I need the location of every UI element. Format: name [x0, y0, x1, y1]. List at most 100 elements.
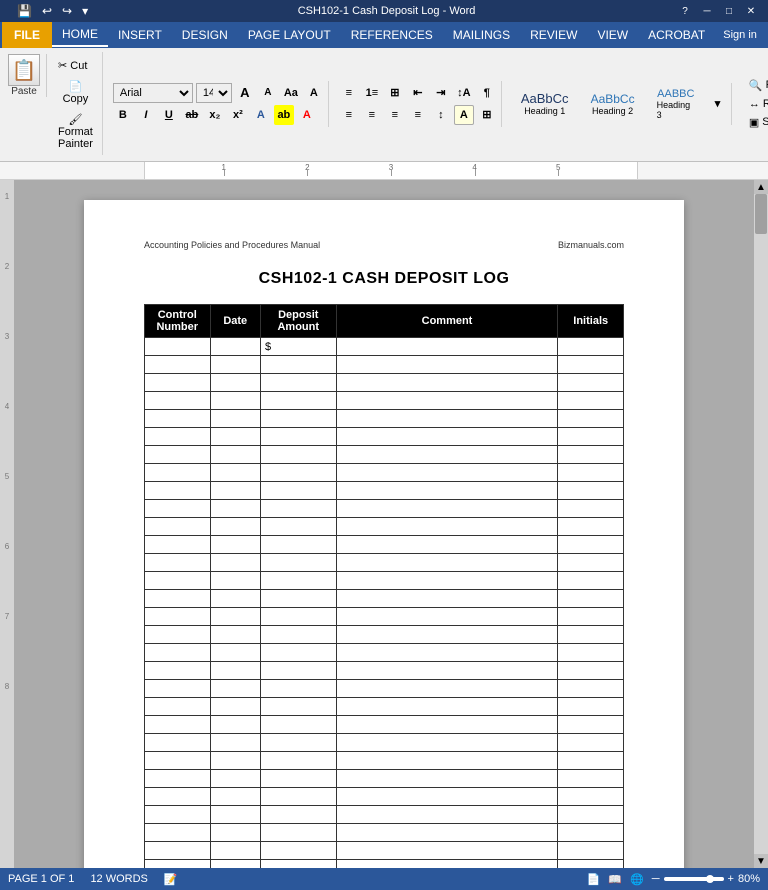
- cell-deposit[interactable]: [260, 428, 336, 446]
- cell-control[interactable]: [145, 446, 211, 464]
- cell-date[interactable]: [210, 536, 260, 554]
- close-button[interactable]: ✕: [742, 4, 760, 18]
- cell-deposit[interactable]: [260, 788, 336, 806]
- window-controls[interactable]: ? ─ □ ✕: [676, 4, 760, 18]
- cell-date[interactable]: [210, 392, 260, 410]
- cell-initials[interactable]: [558, 698, 624, 716]
- spell-check-icon[interactable]: 📝: [164, 873, 178, 886]
- view-web-button[interactable]: 🌐: [630, 873, 644, 886]
- cell-comment[interactable]: [336, 518, 558, 536]
- cell-deposit[interactable]: [260, 752, 336, 770]
- text-highlight-button[interactable]: ab: [274, 105, 294, 125]
- cell-initials[interactable]: [558, 662, 624, 680]
- cell-date[interactable]: [210, 500, 260, 518]
- view-menu[interactable]: VIEW: [587, 24, 638, 46]
- cell-initials[interactable]: [558, 842, 624, 860]
- cell-control[interactable]: [145, 428, 211, 446]
- undo-button[interactable]: ↩: [39, 3, 55, 19]
- maximize-button[interactable]: □: [720, 4, 738, 18]
- cell-date[interactable]: [210, 338, 260, 356]
- cell-date[interactable]: [210, 662, 260, 680]
- cell-date[interactable]: [210, 464, 260, 482]
- cell-date[interactable]: [210, 770, 260, 788]
- italic-button[interactable]: I: [136, 105, 156, 125]
- cell-initials[interactable]: [558, 626, 624, 644]
- cell-comment[interactable]: [336, 338, 558, 356]
- cell-deposit[interactable]: [260, 356, 336, 374]
- cell-initials[interactable]: [558, 464, 624, 482]
- acrobat-menu[interactable]: ACROBAT: [638, 24, 715, 46]
- zoom-in-button[interactable]: +: [728, 873, 734, 885]
- cell-comment[interactable]: [336, 608, 558, 626]
- quick-access-toolbar[interactable]: 💾 ↩ ↪ ▾: [8, 1, 97, 21]
- help-button[interactable]: ?: [676, 4, 694, 18]
- zoom-control[interactable]: ─ + 80%: [652, 873, 760, 885]
- view-print-button[interactable]: 📄: [587, 873, 601, 886]
- align-right-button[interactable]: ≡: [385, 105, 405, 125]
- cell-control[interactable]: [145, 842, 211, 860]
- minimize-button[interactable]: ─: [698, 4, 716, 18]
- cell-date[interactable]: [210, 518, 260, 536]
- clear-format-button[interactable]: A: [304, 83, 324, 103]
- grow-font-button[interactable]: A: [235, 83, 255, 103]
- cell-control[interactable]: [145, 590, 211, 608]
- sign-in-button[interactable]: Sign in: [715, 29, 765, 41]
- cell-comment[interactable]: [336, 752, 558, 770]
- cell-date[interactable]: [210, 680, 260, 698]
- cell-control[interactable]: [145, 824, 211, 842]
- cell-comment[interactable]: [336, 770, 558, 788]
- underline-button[interactable]: U: [159, 105, 179, 125]
- multilevel-list-button[interactable]: ⊞: [385, 83, 405, 103]
- cell-deposit[interactable]: [260, 608, 336, 626]
- cell-control[interactable]: [145, 662, 211, 680]
- cell-control[interactable]: [145, 518, 211, 536]
- cell-initials[interactable]: [558, 608, 624, 626]
- cell-control[interactable]: [145, 770, 211, 788]
- cell-control[interactable]: [145, 392, 211, 410]
- cell-initials[interactable]: [558, 824, 624, 842]
- cell-deposit[interactable]: [260, 374, 336, 392]
- cell-comment[interactable]: [336, 392, 558, 410]
- bullets-button[interactable]: ≡: [339, 83, 359, 103]
- cell-deposit[interactable]: [260, 806, 336, 824]
- cell-deposit[interactable]: [260, 410, 336, 428]
- border-button[interactable]: ⊞: [477, 105, 497, 125]
- cell-date[interactable]: [210, 824, 260, 842]
- cell-initials[interactable]: [558, 752, 624, 770]
- cell-control[interactable]: [145, 374, 211, 392]
- cell-deposit[interactable]: [260, 554, 336, 572]
- bold-button[interactable]: B: [113, 105, 133, 125]
- cell-initials[interactable]: [558, 716, 624, 734]
- cell-date[interactable]: [210, 428, 260, 446]
- cell-initials[interactable]: [558, 374, 624, 392]
- cell-initials[interactable]: [558, 734, 624, 752]
- justify-button[interactable]: ≡: [408, 105, 428, 125]
- cell-date[interactable]: [210, 374, 260, 392]
- cell-initials[interactable]: [558, 806, 624, 824]
- cell-date[interactable]: [210, 554, 260, 572]
- cell-comment[interactable]: [336, 716, 558, 734]
- cell-control[interactable]: [145, 410, 211, 428]
- cell-deposit[interactable]: $: [260, 338, 336, 356]
- cell-comment[interactable]: [336, 410, 558, 428]
- copy-button[interactable]: 📄 Copy: [53, 77, 98, 108]
- file-menu[interactable]: FILE: [2, 22, 52, 48]
- cell-deposit[interactable]: [260, 770, 336, 788]
- cell-deposit[interactable]: [260, 590, 336, 608]
- cell-comment[interactable]: [336, 572, 558, 590]
- cell-deposit[interactable]: [260, 572, 336, 590]
- cell-date[interactable]: [210, 842, 260, 860]
- redo-button[interactable]: ↪: [59, 3, 75, 19]
- replace-button[interactable]: ↔ Replace: [742, 96, 768, 112]
- show-marks-button[interactable]: ¶: [477, 83, 497, 103]
- cell-comment[interactable]: [336, 500, 558, 518]
- design-menu[interactable]: DESIGN: [172, 24, 238, 46]
- cell-date[interactable]: [210, 608, 260, 626]
- cell-comment[interactable]: [336, 356, 558, 374]
- cell-deposit[interactable]: [260, 824, 336, 842]
- cell-deposit[interactable]: [260, 734, 336, 752]
- cell-deposit[interactable]: [260, 518, 336, 536]
- scroll-up-button[interactable]: ▲: [754, 180, 768, 194]
- increase-indent-button[interactable]: ⇥: [431, 83, 451, 103]
- cell-comment[interactable]: [336, 788, 558, 806]
